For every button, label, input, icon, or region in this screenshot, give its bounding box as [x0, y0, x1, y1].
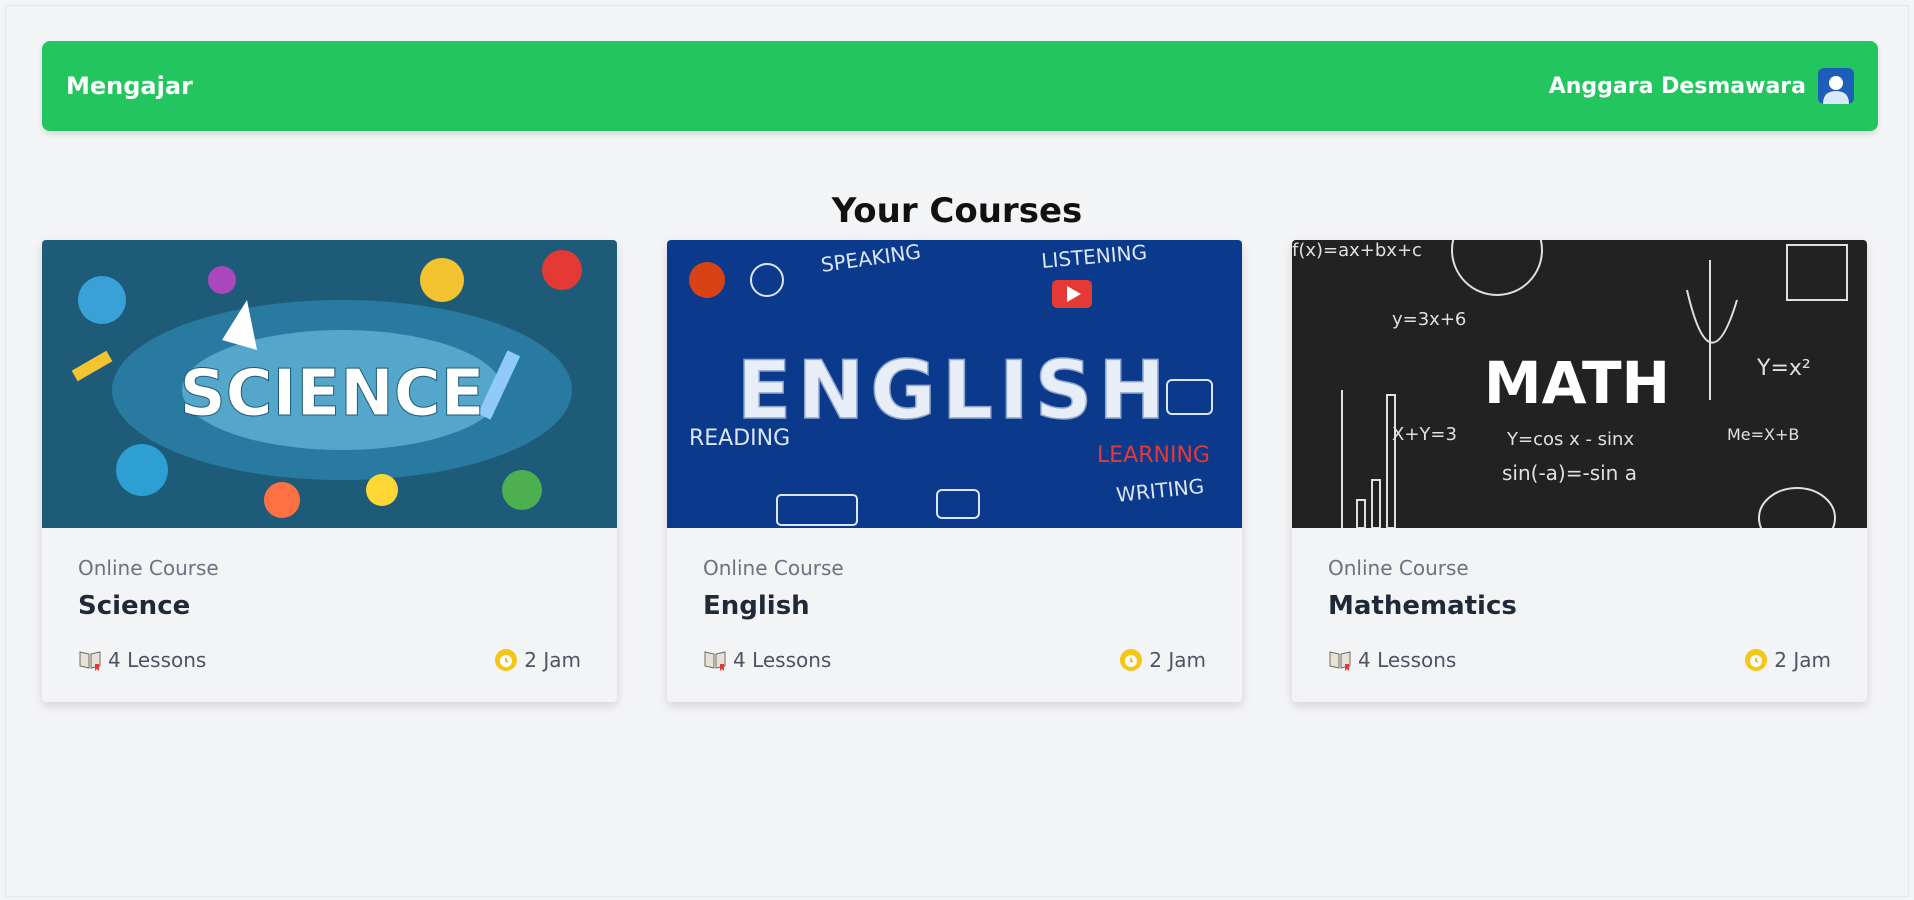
alarm-clock-icon	[1744, 648, 1768, 672]
lessons-label: 4 Lessons	[1358, 648, 1457, 672]
english-thumb-word-learning: LEARNING	[1097, 443, 1210, 468]
duration-label: 2 Jam	[1774, 648, 1831, 672]
alarm-clock-icon	[494, 648, 518, 672]
math-thumb-formula-2: y=3x+6	[1392, 309, 1466, 330]
user-avatar-icon[interactable]	[1818, 68, 1854, 104]
course-category: Online Course	[1328, 556, 1469, 580]
math-thumb-formula-3: Y=x²	[1756, 356, 1811, 381]
course-title: Science	[78, 591, 191, 621]
lessons-label: 4 Lessons	[108, 648, 207, 672]
math-thumb-formula-6: sin(-a)=-sin a	[1502, 461, 1637, 485]
course-duration: 2 Jam	[494, 648, 581, 672]
course-category: Online Course	[78, 556, 219, 580]
alarm-clock-icon	[1119, 648, 1143, 672]
lessons-count: 4 Lessons	[703, 648, 831, 672]
course-category: Online Course	[703, 556, 844, 580]
course-card-science[interactable]: SCIENCE Online Course Science 4 Lessons	[42, 240, 617, 702]
math-thumb-formula-7: Me=X+B	[1727, 425, 1799, 444]
math-thumbnail: f(x)=ax+bx+c y=3x+6 Y=x² X+Y=3 Y=cos x -…	[1292, 240, 1867, 528]
english-thumbnail: SPEAKING LISTENING READING LEARNING WRIT…	[667, 240, 1242, 528]
course-meta: 4 Lessons 2 Jam	[1328, 648, 1831, 672]
english-thumb-text: ENGLISH	[737, 344, 1172, 437]
course-duration: 2 Jam	[1744, 648, 1831, 672]
course-card-english[interactable]: SPEAKING LISTENING READING LEARNING WRIT…	[667, 240, 1242, 702]
science-thumb-text: SCIENCE	[180, 357, 485, 431]
course-title: English	[703, 591, 810, 621]
lessons-label: 4 Lessons	[733, 648, 832, 672]
math-thumb-formula-4: X+Y=3	[1392, 424, 1457, 445]
course-meta: 4 Lessons 2 Jam	[78, 648, 581, 672]
book-icon	[1328, 649, 1352, 671]
top-navbar: Mengajar Anggara Desmawara	[42, 41, 1878, 131]
course-meta: 4 Lessons 2 Jam	[703, 648, 1206, 672]
course-card-body: Online Course English 4 Lessons 2 Jam	[667, 528, 1242, 672]
course-duration: 2 Jam	[1119, 648, 1206, 672]
user-menu[interactable]: Anggara Desmawara	[1549, 68, 1854, 104]
duration-label: 2 Jam	[1149, 648, 1206, 672]
course-card-body: Online Course Science 4 Lessons 2 Jam	[42, 528, 617, 672]
course-list: SCIENCE Online Course Science 4 Lessons	[42, 240, 1867, 702]
science-thumbnail: SCIENCE	[42, 240, 617, 528]
book-icon	[78, 649, 102, 671]
book-icon	[703, 649, 727, 671]
math-thumb-formula-1: f(x)=ax+bx+c	[1292, 240, 1422, 261]
course-card-mathematics[interactable]: f(x)=ax+bx+c y=3x+6 Y=x² X+Y=3 Y=cos x -…	[1292, 240, 1867, 702]
course-card-body: Online Course Mathematics 4 Lessons 2 Ja…	[1292, 528, 1867, 672]
lessons-count: 4 Lessons	[1328, 648, 1456, 672]
duration-label: 2 Jam	[524, 648, 581, 672]
math-thumb-text: MATH	[1484, 349, 1670, 417]
course-title: Mathematics	[1328, 591, 1517, 621]
lessons-count: 4 Lessons	[78, 648, 206, 672]
math-thumb-formula-5: Y=cos x - sinx	[1506, 429, 1634, 450]
brand-link[interactable]: Mengajar	[66, 72, 193, 100]
user-name: Anggara Desmawara	[1548, 73, 1806, 99]
page-title: Your Courses	[831, 190, 1083, 231]
